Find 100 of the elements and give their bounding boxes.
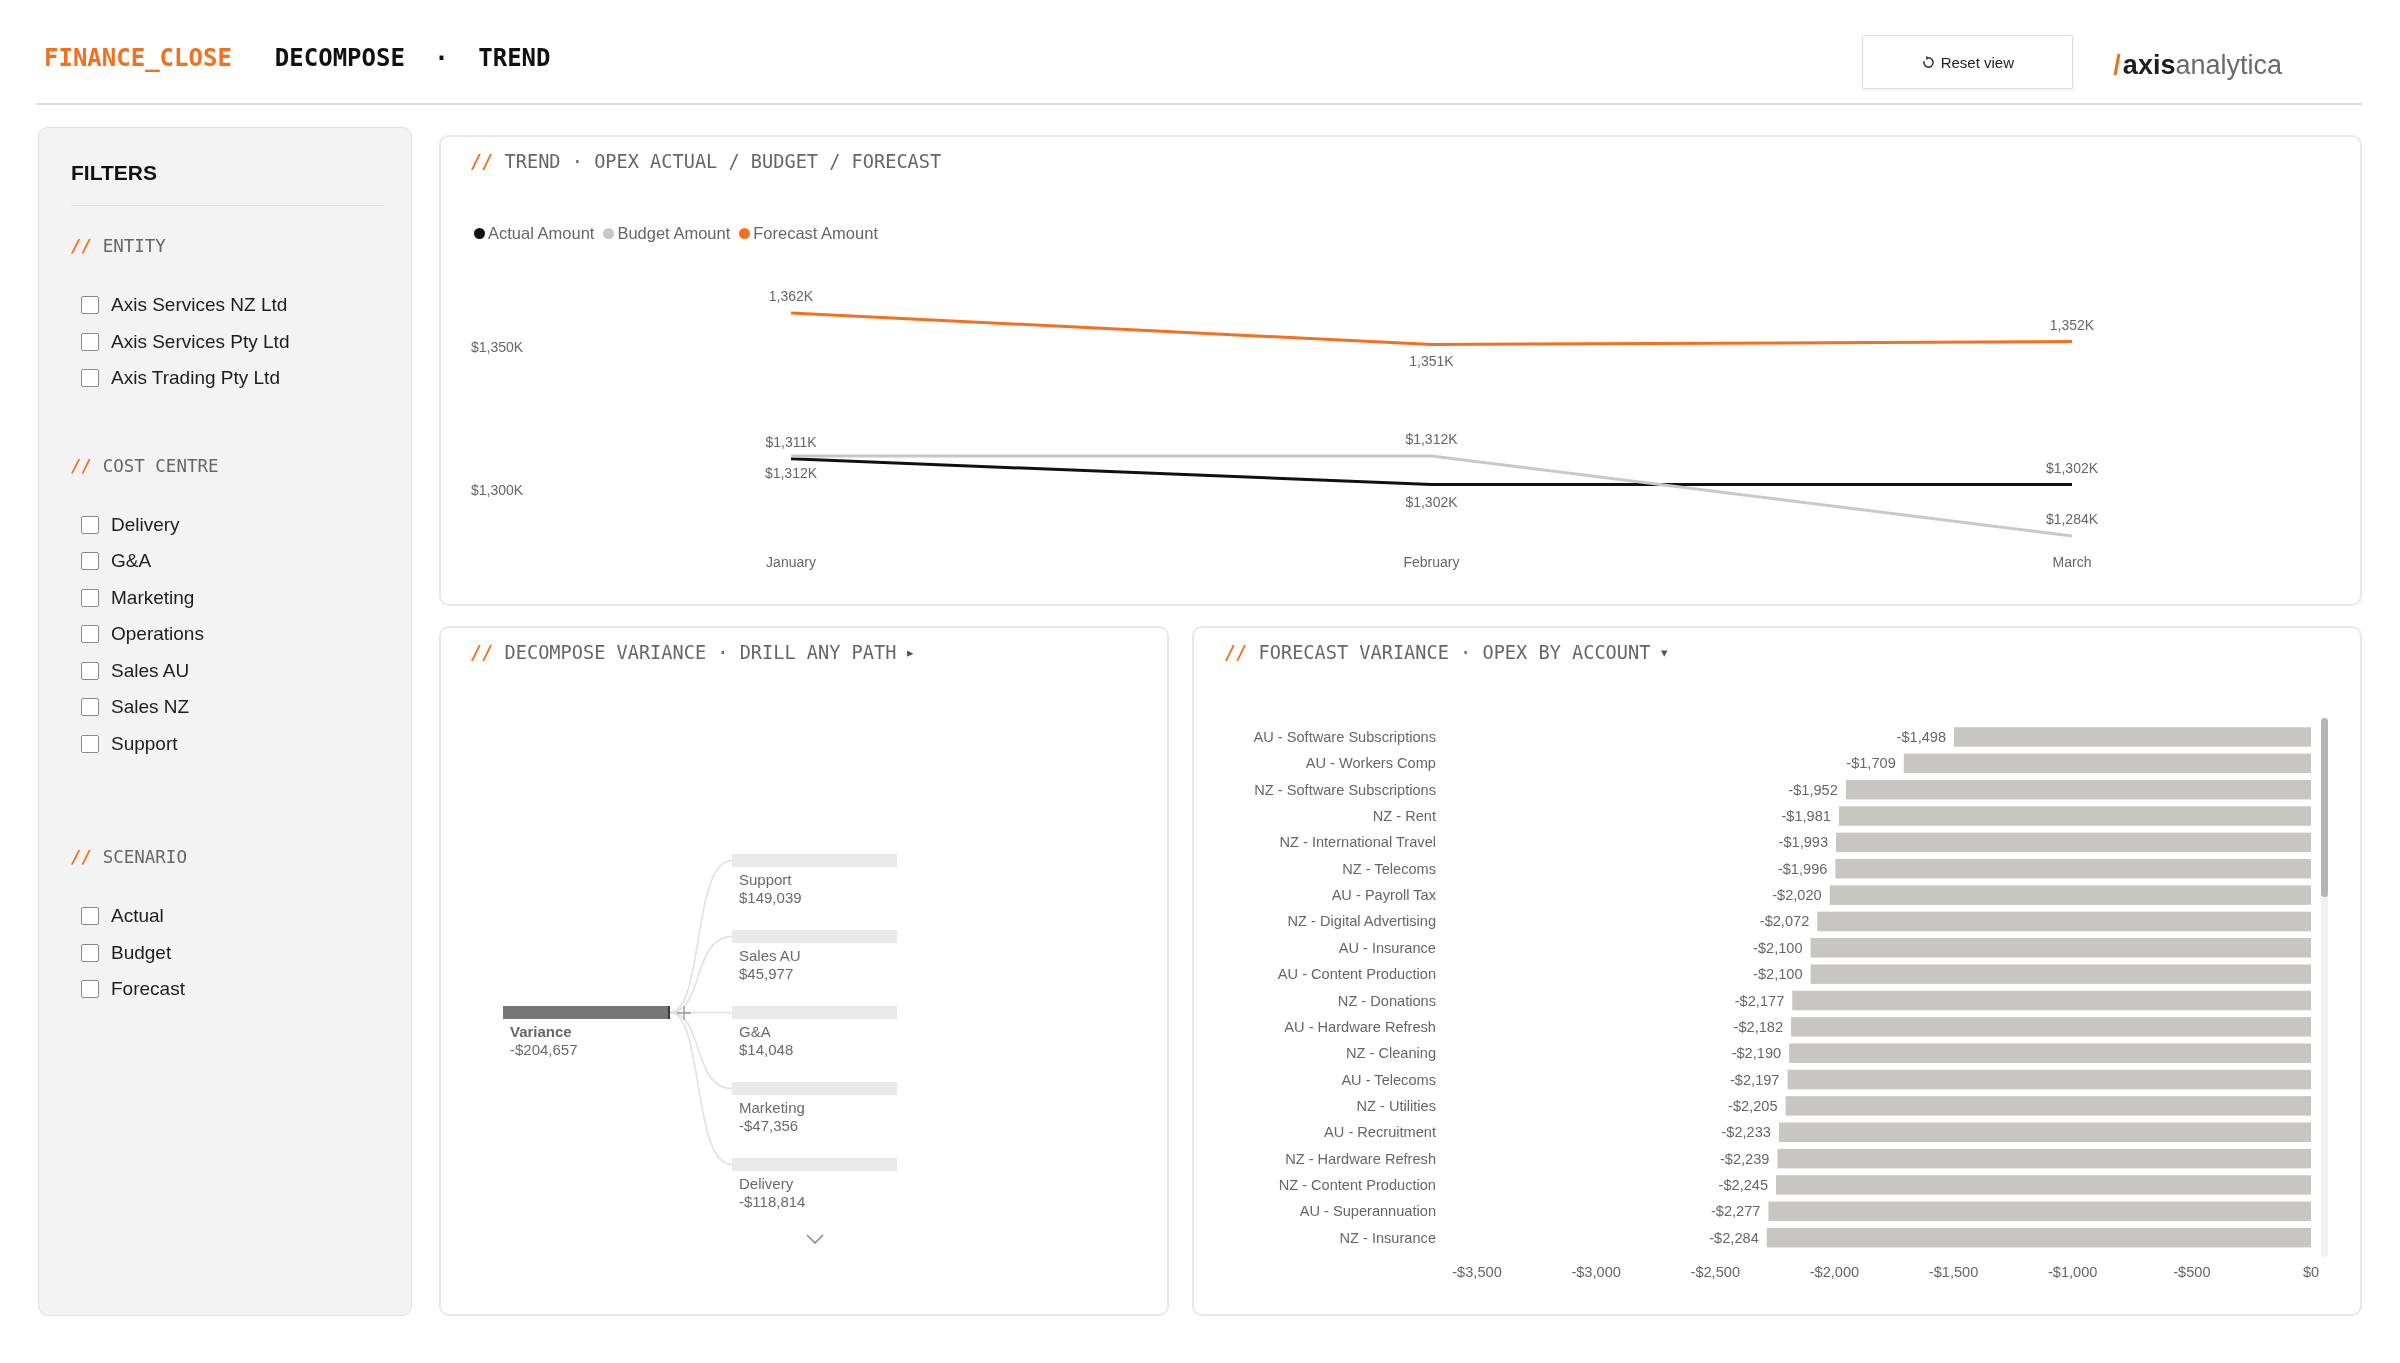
- checkbox-label[interactable]: Support: [111, 732, 178, 755]
- checkbox[interactable]: [81, 369, 99, 388]
- checkbox-label[interactable]: G&A: [111, 550, 152, 573]
- data-label: $1,284K: [2045, 511, 2099, 527]
- checkbox[interactable]: [81, 625, 99, 644]
- data-label: -$2,182: [1733, 1018, 1784, 1035]
- checkbox[interactable]: [81, 661, 99, 680]
- node-value[interactable]: -$118,814: [732, 1192, 897, 1210]
- category-label: NZ - Content Production: [1278, 1176, 1436, 1193]
- node-value[interactable]: $149,039: [732, 888, 897, 906]
- category-label: NZ - Utilities: [1356, 1097, 1436, 1114]
- node-value[interactable]: $45,977: [732, 964, 897, 982]
- node-bar[interactable]: [732, 1158, 897, 1171]
- data-label: $1,302K: [2045, 459, 2099, 476]
- checkbox-label[interactable]: Axis Services Pty Ltd: [111, 330, 290, 353]
- node-bar[interactable]: [732, 854, 897, 867]
- category-label: NZ - Software Subscriptions: [1254, 781, 1436, 798]
- scroll-thumb[interactable]: [2321, 718, 2328, 897]
- caret-icon[interactable]: ▾: [1661, 641, 1669, 665]
- data-label: -$2,072: [1759, 913, 1810, 930]
- category-label: AU - Insurance: [1338, 939, 1436, 956]
- axis-label: February: [1403, 554, 1460, 570]
- checkbox[interactable]: [81, 907, 99, 926]
- checkbox[interactable]: [81, 698, 99, 717]
- legend-label: Actual Amount: [488, 223, 595, 243]
- plus-icon[interactable]: [677, 1005, 691, 1020]
- node-label[interactable]: Marketing: [732, 1099, 897, 1117]
- axis-label: -$2,000: [1809, 1264, 1860, 1280]
- data-label: -$2,177: [1734, 992, 1785, 1009]
- panel-title: // TREND · OPEX ACTUAL / BUDGET / FORECAST: [471, 150, 942, 174]
- category-label: AU - Recruitment: [1324, 1124, 1436, 1141]
- node-value[interactable]: -$204,657: [503, 1040, 670, 1058]
- checkbox-label[interactable]: Budget: [111, 941, 172, 964]
- data-label: -$1,709: [1846, 755, 1896, 772]
- node-label[interactable]: Variance: [503, 1023, 670, 1041]
- node-label[interactable]: Delivery: [732, 1175, 897, 1193]
- checkbox-label[interactable]: Actual: [111, 905, 164, 928]
- checkbox[interactable]: [81, 296, 99, 315]
- checkbox[interactable]: [81, 588, 99, 607]
- checkbox[interactable]: [81, 734, 99, 753]
- category-label: NZ - Telecoms: [1342, 860, 1436, 877]
- panel-title: // DECOMPOSE VARIANCE · DRILL ANY PATH: [471, 641, 897, 665]
- node-label[interactable]: G&A: [732, 1023, 897, 1041]
- reset-button[interactable]: Reset view: [1862, 35, 2074, 89]
- category-label: NZ - Hardware Refresh: [1285, 1150, 1436, 1167]
- axis-label: -$2,500: [1690, 1264, 1741, 1280]
- category-label: AU - Payroll Tax: [1331, 887, 1436, 904]
- data-label: -$2,020: [1772, 887, 1822, 904]
- node-bar[interactable]: [732, 930, 897, 943]
- node-value[interactable]: -$47,356: [732, 1116, 897, 1134]
- node-value[interactable]: $14,048: [732, 1040, 897, 1058]
- data-label: -$2,239: [1720, 1150, 1770, 1167]
- data-label: -$2,284: [1709, 1229, 1759, 1246]
- data-label: -$2,197: [1730, 1071, 1780, 1088]
- checkbox-label[interactable]: Operations: [111, 623, 204, 646]
- page-subtitle: DECOMPOSE · TREND: [274, 44, 551, 72]
- data-label: $1,312K: [764, 464, 818, 481]
- brand-logo: /axisanalytica: [2113, 49, 2282, 81]
- category-label: AU - Hardware Refresh: [1284, 1018, 1436, 1035]
- node-bar[interactable]: [503, 1006, 670, 1019]
- section-heading: // SCENARIO: [71, 846, 188, 868]
- data-label: 1,362K: [768, 288, 814, 304]
- caret-icon[interactable]: ▸: [907, 641, 915, 665]
- axis-label: -$1,000: [2047, 1264, 2098, 1280]
- legend-label: Budget Amount: [617, 223, 731, 243]
- checkbox-label[interactable]: Marketing: [111, 586, 195, 609]
- checkbox-label[interactable]: Delivery: [111, 513, 180, 536]
- node-bar[interactable]: [732, 1082, 897, 1095]
- category-label: NZ - Donations: [1337, 992, 1436, 1009]
- checkbox-label[interactable]: Axis Services NZ Ltd: [111, 294, 288, 317]
- checkbox[interactable]: [81, 552, 99, 571]
- data-label: -$2,245: [1718, 1176, 1769, 1193]
- checkbox-label[interactable]: Sales NZ: [111, 696, 190, 719]
- category-label: AU - Content Production: [1277, 966, 1436, 983]
- app-title: FINANCE_CLOSE: [44, 44, 232, 72]
- category-label: NZ - Cleaning: [1345, 1045, 1436, 1062]
- scrollbar[interactable]: [2321, 718, 2328, 1257]
- axis-label: January: [766, 554, 816, 570]
- checkbox[interactable]: [81, 332, 99, 351]
- data-label: 1,352K: [2049, 316, 2095, 333]
- node-bar[interactable]: [732, 1006, 897, 1019]
- data-label: -$1,996: [1777, 860, 1828, 877]
- data-label: -$1,498: [1896, 729, 1947, 745]
- axis-label: -$500: [2173, 1264, 2211, 1280]
- node-label[interactable]: Support: [732, 871, 897, 889]
- checkbox[interactable]: [81, 980, 99, 999]
- checkbox-label[interactable]: Forecast: [111, 978, 185, 1001]
- axis-label: $0: [2302, 1264, 2320, 1280]
- data-label: -$2,100: [1753, 966, 1803, 983]
- data-label: -$1,952: [1788, 781, 1838, 798]
- checkbox-label[interactable]: Sales AU: [111, 659, 190, 682]
- chevron-down-icon[interactable]: [805, 1234, 824, 1244]
- category-label: NZ - Insurance: [1339, 1229, 1436, 1246]
- node-label[interactable]: Sales AU: [732, 947, 897, 965]
- checkbox-label[interactable]: Axis Trading Pty Ltd: [111, 367, 280, 390]
- checkbox[interactable]: [81, 943, 99, 962]
- category-label: NZ - International Travel: [1279, 834, 1436, 851]
- data-label: -$1,981: [1781, 808, 1831, 825]
- legend-label: Forecast Amount: [753, 223, 878, 243]
- checkbox[interactable]: [81, 515, 99, 534]
